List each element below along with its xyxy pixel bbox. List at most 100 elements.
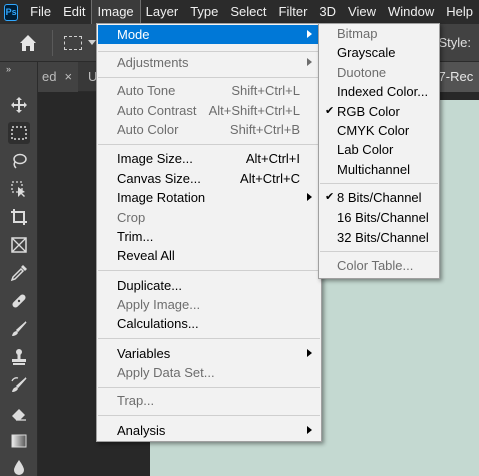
collapse-panel-icon[interactable]: »	[6, 64, 11, 74]
menu-select[interactable]: Select	[224, 0, 272, 24]
menu-item-shortcut: Shift+Ctrl+L	[231, 83, 300, 98]
document-tab[interactable]: ed ×	[38, 62, 78, 92]
menu-bar: Ps File Edit Image Layer Type Select Fil…	[0, 0, 479, 25]
submenu-arrow-icon	[307, 30, 312, 38]
brush-tool-icon[interactable]	[8, 318, 30, 340]
menu-item-label: Trap...	[117, 393, 155, 408]
mode-item-label: 8 Bits/Channel	[337, 190, 422, 205]
menu-item-adjustments[interactable]: Adjustments	[98, 53, 320, 72]
menu-item-label: Canvas Size...	[117, 171, 201, 186]
menu-item-apply-image[interactable]: Apply Image...	[98, 295, 320, 314]
menu-separator	[98, 144, 320, 145]
menu-window[interactable]: Window	[382, 0, 440, 24]
menu-item-image-rotation[interactable]: Image Rotation	[98, 188, 320, 207]
menu-item-reveal-all[interactable]: Reveal All	[98, 246, 320, 265]
menu-item-shortcut: Alt+Ctrl+C	[240, 171, 300, 186]
menu-item-label: Auto Color	[117, 122, 179, 137]
menu-item-label: Variables	[117, 346, 171, 361]
menu-separator	[98, 387, 320, 388]
marquee-option-icon[interactable]	[64, 36, 82, 50]
healing-brush-tool-icon[interactable]	[8, 290, 30, 312]
menu-item-auto-tone[interactable]: Auto Tone Shift+Ctrl+L	[98, 81, 320, 100]
menu-item-mode[interactable]: Mode	[98, 25, 320, 44]
menu-item-label: Crop	[117, 210, 146, 225]
menu-separator	[98, 338, 320, 339]
menu-help[interactable]: Help	[440, 0, 479, 24]
mode-indexed-color[interactable]: Indexed Color...	[320, 82, 438, 101]
menu-separator	[98, 415, 320, 416]
menu-3d[interactable]: 3D	[313, 0, 342, 24]
checkmark-icon: ✔	[325, 105, 335, 117]
clone-stamp-tool-icon[interactable]	[8, 346, 30, 368]
menu-item-label: Reveal All	[117, 248, 175, 263]
menu-item-label: Adjustments	[117, 55, 189, 70]
menu-item-label: Apply Image...	[117, 297, 201, 312]
menu-item-apply-data-set[interactable]: Apply Data Set...	[98, 363, 320, 382]
menu-filter[interactable]: Filter	[273, 0, 314, 24]
menu-separator	[98, 270, 320, 271]
menu-type[interactable]: Type	[184, 0, 224, 24]
blur-tool-icon[interactable]	[8, 456, 30, 476]
mode-multichannel[interactable]: Multichannel	[320, 160, 438, 179]
mode-item-label: RGB Color	[337, 104, 400, 119]
mode-grayscale[interactable]: Grayscale	[320, 43, 438, 62]
menu-image[interactable]: Image	[90, 0, 141, 25]
move-tool-icon[interactable]	[8, 94, 30, 116]
menu-view[interactable]: View	[342, 0, 382, 24]
menu-item-trim[interactable]: Trim...	[98, 227, 320, 246]
menu-edit[interactable]: Edit	[57, 0, 91, 24]
mode-submenu: Bitmap Grayscale Duotone Indexed Color..…	[318, 23, 440, 279]
menu-item-analysis[interactable]: Analysis	[98, 421, 320, 440]
menu-item-shortcut: Shift+Ctrl+B	[229, 122, 300, 137]
menu-item-trap[interactable]: Trap...	[98, 391, 320, 410]
mode-color-table[interactable]: Color Table...	[320, 256, 438, 275]
eyedropper-tool-icon[interactable]	[8, 262, 30, 284]
menu-layer[interactable]: Layer	[140, 0, 185, 24]
object-selection-tool-icon[interactable]	[8, 178, 30, 200]
gradient-tool-icon[interactable]	[8, 430, 30, 452]
menu-item-label: Image Size...	[117, 151, 193, 166]
mode-16-bits[interactable]: 16 Bits/Channel	[320, 208, 438, 227]
home-icon[interactable]	[18, 33, 38, 53]
checkmark-icon: ✔	[325, 191, 335, 203]
menu-item-canvas-size[interactable]: Canvas Size... Alt+Ctrl+C	[98, 169, 320, 188]
submenu-arrow-icon	[307, 349, 312, 357]
mode-bitmap[interactable]: Bitmap	[320, 24, 438, 43]
menu-item-calculations[interactable]: Calculations...	[98, 314, 320, 333]
menu-item-label: Image Rotation	[117, 190, 206, 205]
menu-item-shortcut: Alt+Shift+Ctrl+L	[208, 103, 300, 118]
mode-cmyk-color[interactable]: CMYK Color	[320, 121, 438, 140]
menu-item-image-size[interactable]: Image Size... Alt+Ctrl+I	[98, 149, 320, 168]
menu-item-crop[interactable]: Crop	[98, 208, 320, 227]
history-brush-tool-icon[interactable]	[8, 374, 30, 396]
menu-item-duplicate[interactable]: Duplicate...	[98, 276, 320, 295]
menu-item-label: Duplicate...	[117, 278, 183, 293]
menu-separator	[320, 183, 438, 184]
style-label: Style:	[438, 35, 471, 50]
menu-item-auto-color[interactable]: Auto Color Shift+Ctrl+B	[98, 120, 320, 139]
menu-item-label: Calculations...	[117, 316, 199, 331]
image-menu: Mode Adjustments Auto Tone Shift+Ctrl+L …	[96, 23, 322, 442]
menu-item-label: Trim...	[117, 229, 154, 244]
mode-32-bits[interactable]: 32 Bits/Channel	[320, 228, 438, 247]
close-icon[interactable]: ×	[64, 69, 72, 84]
menu-separator	[98, 51, 320, 52]
submenu-arrow-icon	[307, 58, 312, 66]
eraser-tool-icon[interactable]	[8, 402, 30, 424]
menu-item-auto-contrast[interactable]: Auto Contrast Alt+Shift+Ctrl+L	[98, 101, 320, 120]
chevron-down-icon[interactable]	[88, 40, 96, 45]
mode-rgb-color[interactable]: ✔ RGB Color	[320, 102, 438, 121]
photoshop-logo[interactable]: Ps	[4, 3, 19, 21]
menu-item-variables[interactable]: Variables	[98, 344, 320, 363]
rectangular-marquee-tool-icon[interactable]	[8, 122, 30, 144]
mode-8-bits[interactable]: ✔ 8 Bits/Channel	[320, 188, 438, 207]
frame-tool-icon[interactable]	[8, 234, 30, 256]
menu-item-label: Analysis	[117, 423, 166, 438]
menu-file[interactable]: File	[24, 0, 57, 24]
menu-item-label: Auto Contrast	[117, 103, 197, 118]
crop-tool-icon[interactable]	[8, 206, 30, 228]
menu-separator	[320, 251, 438, 252]
mode-lab-color[interactable]: Lab Color	[320, 140, 438, 159]
mode-duotone[interactable]: Duotone	[320, 63, 438, 82]
lasso-tool-icon[interactable]	[8, 150, 30, 172]
